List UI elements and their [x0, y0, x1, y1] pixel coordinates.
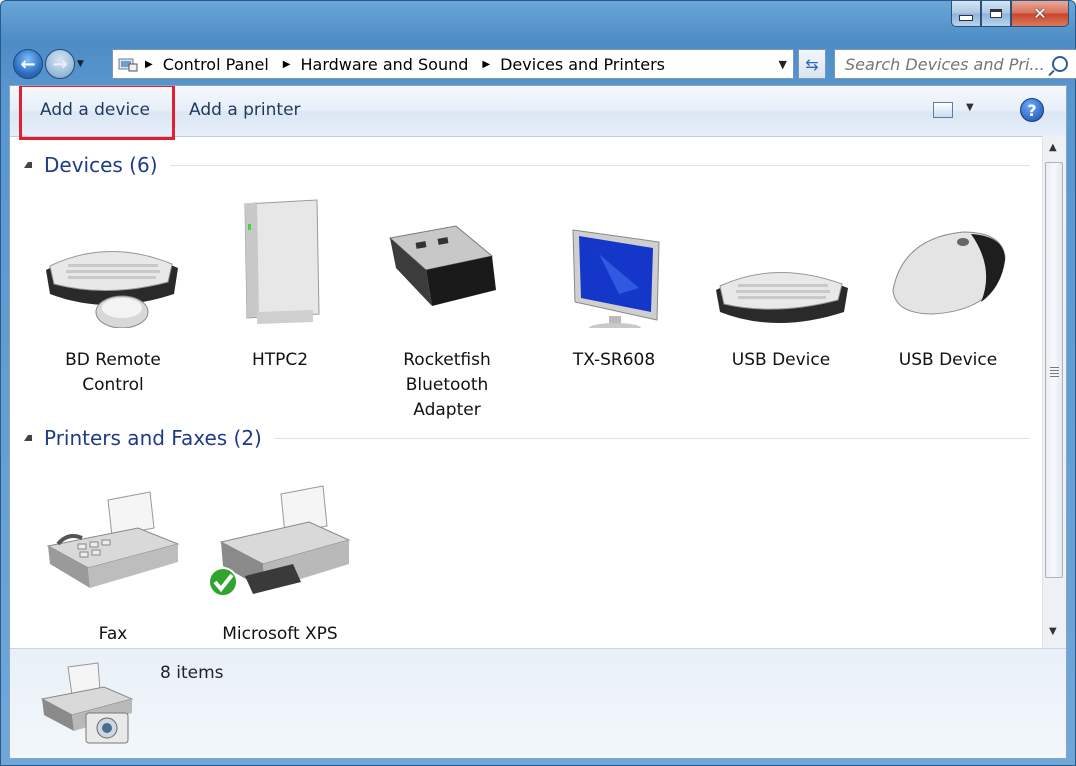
collapse-triangle-icon[interactable]: [24, 162, 32, 168]
devices-group-header[interactable]: Devices (6): [24, 153, 1030, 177]
scroll-thumb[interactable]: [1045, 162, 1063, 578]
minimize-button[interactable]: [951, 1, 981, 27]
close-icon: ✕: [1033, 4, 1047, 23]
details-pane: 8 items: [10, 648, 1066, 758]
keyboard-mouse-icon: [38, 198, 188, 348]
navigation-bar: ← → ▼ ▶ Control Panel ▶ Hardware and Sound…: [13, 45, 1076, 83]
maximize-icon: [990, 9, 1002, 18]
fax-icon: [38, 472, 188, 622]
usb-dongle-icon: [372, 198, 522, 348]
forward-button[interactable]: →: [45, 49, 75, 79]
collapse-triangle-icon[interactable]: [24, 435, 32, 441]
keyboard-icon: [706, 198, 856, 348]
back-button[interactable]: ←: [13, 49, 43, 79]
add-device-button[interactable]: Add a device: [40, 100, 150, 120]
address-dropdown-icon[interactable]: ▼: [779, 58, 787, 71]
device-item[interactable]: TX-SR608: [539, 198, 689, 373]
scroll-down-icon[interactable]: ▼: [1049, 626, 1057, 637]
grip-icon: [1050, 367, 1059, 368]
computer-tower-icon: [205, 198, 355, 348]
device-item[interactable]: USB Device: [873, 198, 1023, 373]
device-item[interactable]: BD Remote Control: [38, 198, 188, 398]
item-count: 8 items: [160, 663, 224, 683]
help-icon[interactable]: ?: [1020, 98, 1044, 122]
devices-printers-icon: [38, 661, 138, 751]
explorer-window: ✕ ← → ▼ ▶ Control Panel ▶ Hardware and Sou…: [0, 0, 1076, 766]
printers-group-header[interactable]: Printers and Faxes (2): [24, 426, 1030, 450]
breadcrumb-arrow-icon: ▶: [145, 58, 153, 70]
device-item[interactable]: USB Device: [706, 198, 856, 373]
address-bar[interactable]: ▶ Control Panel ▶ Hardware and Sound ▶ Devi…: [112, 49, 794, 79]
control-panel-icon: [117, 55, 139, 73]
close-button[interactable]: ✕: [1011, 1, 1069, 27]
monitor-icon: [539, 198, 689, 348]
device-item[interactable]: HTPC2: [205, 198, 355, 373]
items-view: Devices (6) BD Remote Control HTPC2 Rock…: [10, 136, 1042, 648]
group-divider: [169, 164, 1030, 166]
refresh-button[interactable]: ⇆: [798, 49, 826, 79]
main-pane: Add a device Add a printer ▼ ? Devices (…: [9, 85, 1067, 759]
maximize-button[interactable]: [981, 1, 1011, 27]
recent-pages-dropdown[interactable]: ▼: [77, 59, 87, 69]
breadcrumb[interactable]: ▶ Control Panel: [145, 55, 269, 74]
breadcrumb-arrow-icon: ▶: [282, 58, 291, 70]
view-dropdown-icon[interactable]: ▼: [966, 102, 974, 113]
device-item[interactable]: Rocketfish Bluetooth Adapter: [372, 198, 522, 423]
scroll-up-icon[interactable]: ▲: [1049, 142, 1057, 153]
breadcrumb[interactable]: ▶ Hardware and Sound: [283, 55, 469, 74]
add-printer-button[interactable]: Add a printer: [189, 100, 301, 120]
vertical-scrollbar[interactable]: ▲ ▼: [1042, 136, 1066, 648]
change-view-icon[interactable]: [933, 102, 953, 118]
search-icon[interactable]: [1052, 56, 1068, 72]
printer-icon: [205, 472, 355, 622]
caption-buttons: ✕: [951, 1, 1069, 31]
mouse-icon: [873, 198, 1023, 348]
printer-item[interactable]: Fax: [38, 472, 188, 647]
search-input[interactable]: [835, 53, 1053, 75]
breadcrumb-arrow-icon: ▶: [482, 58, 491, 70]
back-arrow-icon: ←: [20, 53, 36, 75]
printer-item[interactable]: Microsoft XPS Document Writer: [205, 472, 355, 648]
group-divider: [273, 437, 1030, 439]
forward-arrow-icon: →: [52, 53, 68, 75]
breadcrumb[interactable]: ▶ Devices and Printers: [482, 55, 665, 74]
refresh-icon: ⇆: [805, 54, 819, 74]
command-bar: Add a device Add a printer ▼ ?: [10, 86, 1066, 140]
minimize-icon: [959, 14, 973, 21]
search-box[interactable]: [834, 49, 1076, 79]
